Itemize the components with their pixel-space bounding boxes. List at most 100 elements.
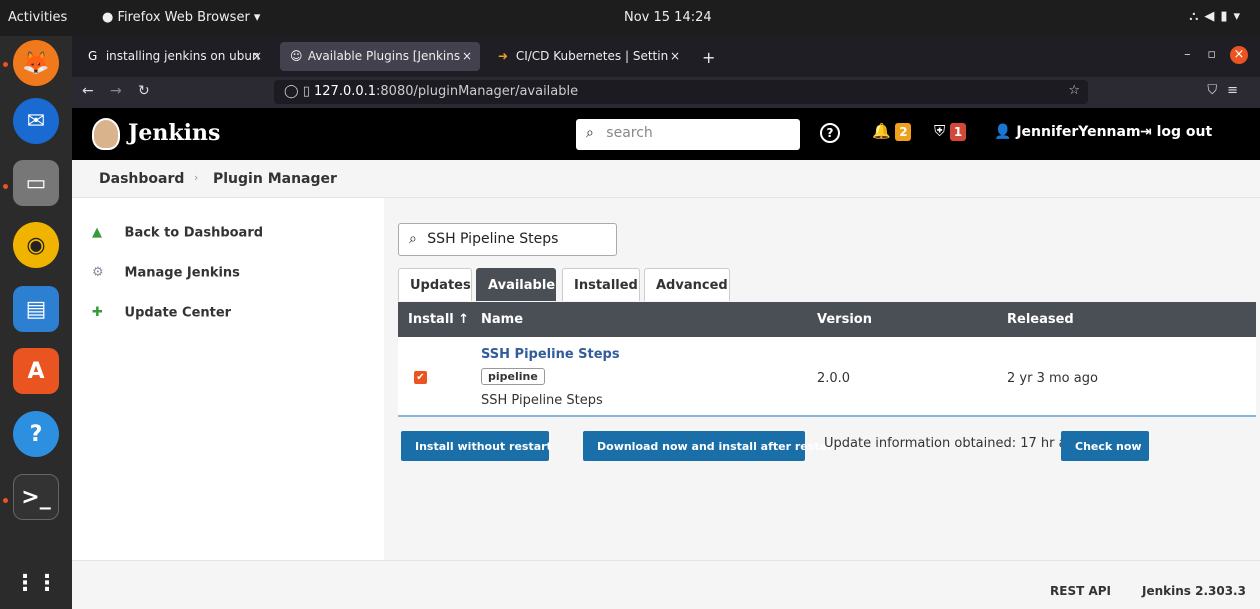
table-row: ✔ SSH Pipeline Steps pipeline SSH Pipeli…: [398, 337, 1256, 417]
bookmark-star-icon[interactable]: ☆: [1068, 83, 1080, 98]
software-center-icon[interactable]: A: [13, 348, 59, 394]
arrow-up-icon: ▲: [92, 225, 102, 240]
chevron-down-icon: ▾: [1233, 9, 1246, 24]
user-icon: 👤: [994, 124, 1012, 140]
security-badge: 1: [950, 123, 967, 141]
sidebar-item-back-to-dashboard[interactable]: ▲ Back to Dashboard: [92, 225, 263, 241]
menu-icon[interactable]: ≡: [1227, 83, 1248, 98]
user-link[interactable]: 👤 JenniferYennam: [994, 124, 1141, 140]
sidebar-item-label: Update Center: [124, 305, 232, 321]
column-version[interactable]: Version: [817, 312, 872, 327]
bell-icon: 🔔: [872, 122, 891, 140]
window-close-icon[interactable]: ×: [1230, 46, 1248, 64]
page-icon: ▯: [302, 84, 310, 99]
plugin-manager-main: ⌕ SSH Pipeline Steps Updates Available I…: [384, 198, 1260, 560]
files-icon[interactable]: ▭: [13, 160, 59, 206]
firefox-icon[interactable]: 🦊: [13, 40, 59, 86]
volume-icon: ◀: [1204, 9, 1221, 24]
column-install[interactable]: Install ↑: [408, 312, 469, 327]
restore-icon[interactable]: ▫: [1207, 47, 1216, 62]
tab-installed[interactable]: Installed: [562, 268, 640, 301]
sidebar-item-manage-jenkins[interactable]: ⚙ Manage Jenkins: [92, 265, 240, 281]
pocket-icon[interactable]: ⛉: [1207, 83, 1227, 98]
url-host: 127.0.0.1: [314, 84, 377, 99]
rhythmbox-icon[interactable]: ◉: [13, 222, 59, 268]
shield-outline-icon: ◯: [284, 84, 299, 99]
network-icon: ⛬: [1189, 9, 1205, 24]
app-menu[interactable]: ● Firefox Web Browser ▾: [102, 10, 260, 25]
jenkins-icon: ☺: [290, 49, 303, 63]
back-icon[interactable]: ←: [82, 83, 94, 99]
gear-icon: ⚙: [92, 265, 104, 280]
libreoffice-writer-icon[interactable]: ▤: [13, 286, 59, 332]
plugin-released: 2 yr 3 mo ago: [1007, 371, 1098, 386]
show-apps-icon[interactable]: ⋮⋮: [13, 560, 59, 606]
breadcrumb-dashboard[interactable]: Dashboard: [99, 171, 184, 187]
breadcrumb-plugin-manager[interactable]: Plugin Manager: [213, 171, 337, 187]
plugin-filter-input[interactable]: ⌕ SSH Pipeline Steps: [398, 223, 617, 256]
toolbar-right: ⛉≡: [1207, 83, 1248, 98]
filter-value: SSH Pipeline Steps: [427, 231, 559, 247]
sidebar-item-label: Manage Jenkins: [124, 265, 240, 281]
check-now-button[interactable]: Check now: [1061, 431, 1149, 461]
plugin-description: SSH Pipeline Steps: [481, 393, 603, 408]
reload-icon[interactable]: ↻: [138, 83, 150, 99]
side-panel: ▲ Back to Dashboard ⚙ Manage Jenkins ✚ U…: [72, 198, 384, 560]
download-and-install-button[interactable]: Download now and install after restart: [583, 431, 838, 461]
tab-label: Available Plugins [Jenkins: [307, 49, 461, 63]
jenkins-header: Jenkins ⌕ search ? 🔔 2 ⛨ 1 👤 JenniferYen…: [72, 108, 1260, 160]
help-icon[interactable]: ?: [820, 123, 840, 143]
jenkins-title[interactable]: Jenkins: [128, 120, 220, 146]
table-header: Install ↑ Name Version Released: [398, 302, 1256, 337]
tab-label: CI/CD Kubernetes | Settin: [515, 49, 669, 63]
rest-api-link[interactable]: REST API: [1050, 584, 1111, 598]
install-without-restart-button[interactable]: Install without restart: [401, 431, 552, 461]
close-icon[interactable]: ×: [462, 49, 472, 63]
help-icon[interactable]: ?: [13, 411, 59, 457]
puzzle-icon: ✚: [92, 305, 103, 320]
url-bar[interactable]: ◯ ▯ 127.0.0.1:8080/pluginManager/availab…: [274, 80, 1088, 104]
tab-available[interactable]: Available: [476, 268, 556, 301]
jenkins-logo-icon[interactable]: [92, 118, 120, 150]
chevron-right-icon: ›: [194, 171, 199, 184]
running-indicator: [3, 62, 8, 67]
search-input[interactable]: ⌕ search: [576, 119, 800, 150]
column-name[interactable]: Name: [481, 312, 523, 327]
sidebar-item-update-center[interactable]: ✚ Update Center: [92, 305, 231, 321]
close-icon[interactable]: ×: [670, 49, 680, 63]
activities-button[interactable]: Activities: [8, 10, 67, 25]
system-tray[interactable]: ⛬◀▮▾: [1189, 9, 1246, 24]
security-button[interactable]: ⛨ 1: [934, 122, 967, 141]
close-icon[interactable]: ×: [252, 49, 262, 63]
jenkins-version-link[interactable]: Jenkins 2.303.3: [1142, 584, 1246, 598]
dock: 🦊 ✉ ▭ ◉ ▤ A ? >_ ⋮⋮: [0, 36, 72, 609]
tab-advanced[interactable]: Advanced: [644, 268, 730, 301]
window-controls: – ▫ ×: [1184, 46, 1248, 64]
minimize-icon[interactable]: –: [1184, 47, 1191, 62]
system-top-bar: Activities ● Firefox Web Browser ▾ Nov 1…: [0, 0, 1260, 36]
tab-google[interactable]: G installing jenkins on ubun ×: [78, 42, 270, 71]
new-tab-button[interactable]: +: [702, 48, 715, 67]
tab-updates[interactable]: Updates: [398, 268, 472, 301]
user-name: JenniferYennam: [1016, 124, 1141, 140]
plugins-table: Install ↑ Name Version Released ✔ SSH Pi…: [398, 302, 1256, 417]
notifications-button[interactable]: 🔔 2: [872, 122, 912, 141]
notifications-badge: 2: [895, 123, 912, 141]
forward-icon[interactable]: →: [110, 83, 122, 99]
tab-gitlab[interactable]: ➜ CI/CD Kubernetes | Settin ×: [488, 42, 688, 71]
install-checkbox[interactable]: ✔: [414, 371, 427, 384]
logout-icon: ⇥: [1140, 124, 1152, 140]
column-released[interactable]: Released: [1007, 312, 1074, 327]
search-icon: ⌕: [586, 125, 594, 141]
terminal-icon[interactable]: >_: [13, 474, 59, 520]
clock[interactable]: Nov 15 14:24: [624, 10, 712, 25]
logout-link[interactable]: ⇥ log out: [1140, 124, 1212, 140]
tab-available-plugins[interactable]: ☺ Available Plugins [Jenkins ×: [280, 42, 480, 71]
plugin-label-tag[interactable]: pipeline: [481, 368, 545, 385]
plugin-name-link[interactable]: SSH Pipeline Steps: [481, 347, 620, 362]
breadcrumb: Dashboard › Plugin Manager: [72, 160, 1260, 198]
thunderbird-icon[interactable]: ✉: [13, 98, 59, 144]
logout-label: log out: [1156, 124, 1213, 140]
update-info-text: Update information obtained: 17 hr ago: [824, 436, 1083, 451]
browser-tab-strip: G installing jenkins on ubun × ☺ Availab…: [72, 36, 1260, 77]
